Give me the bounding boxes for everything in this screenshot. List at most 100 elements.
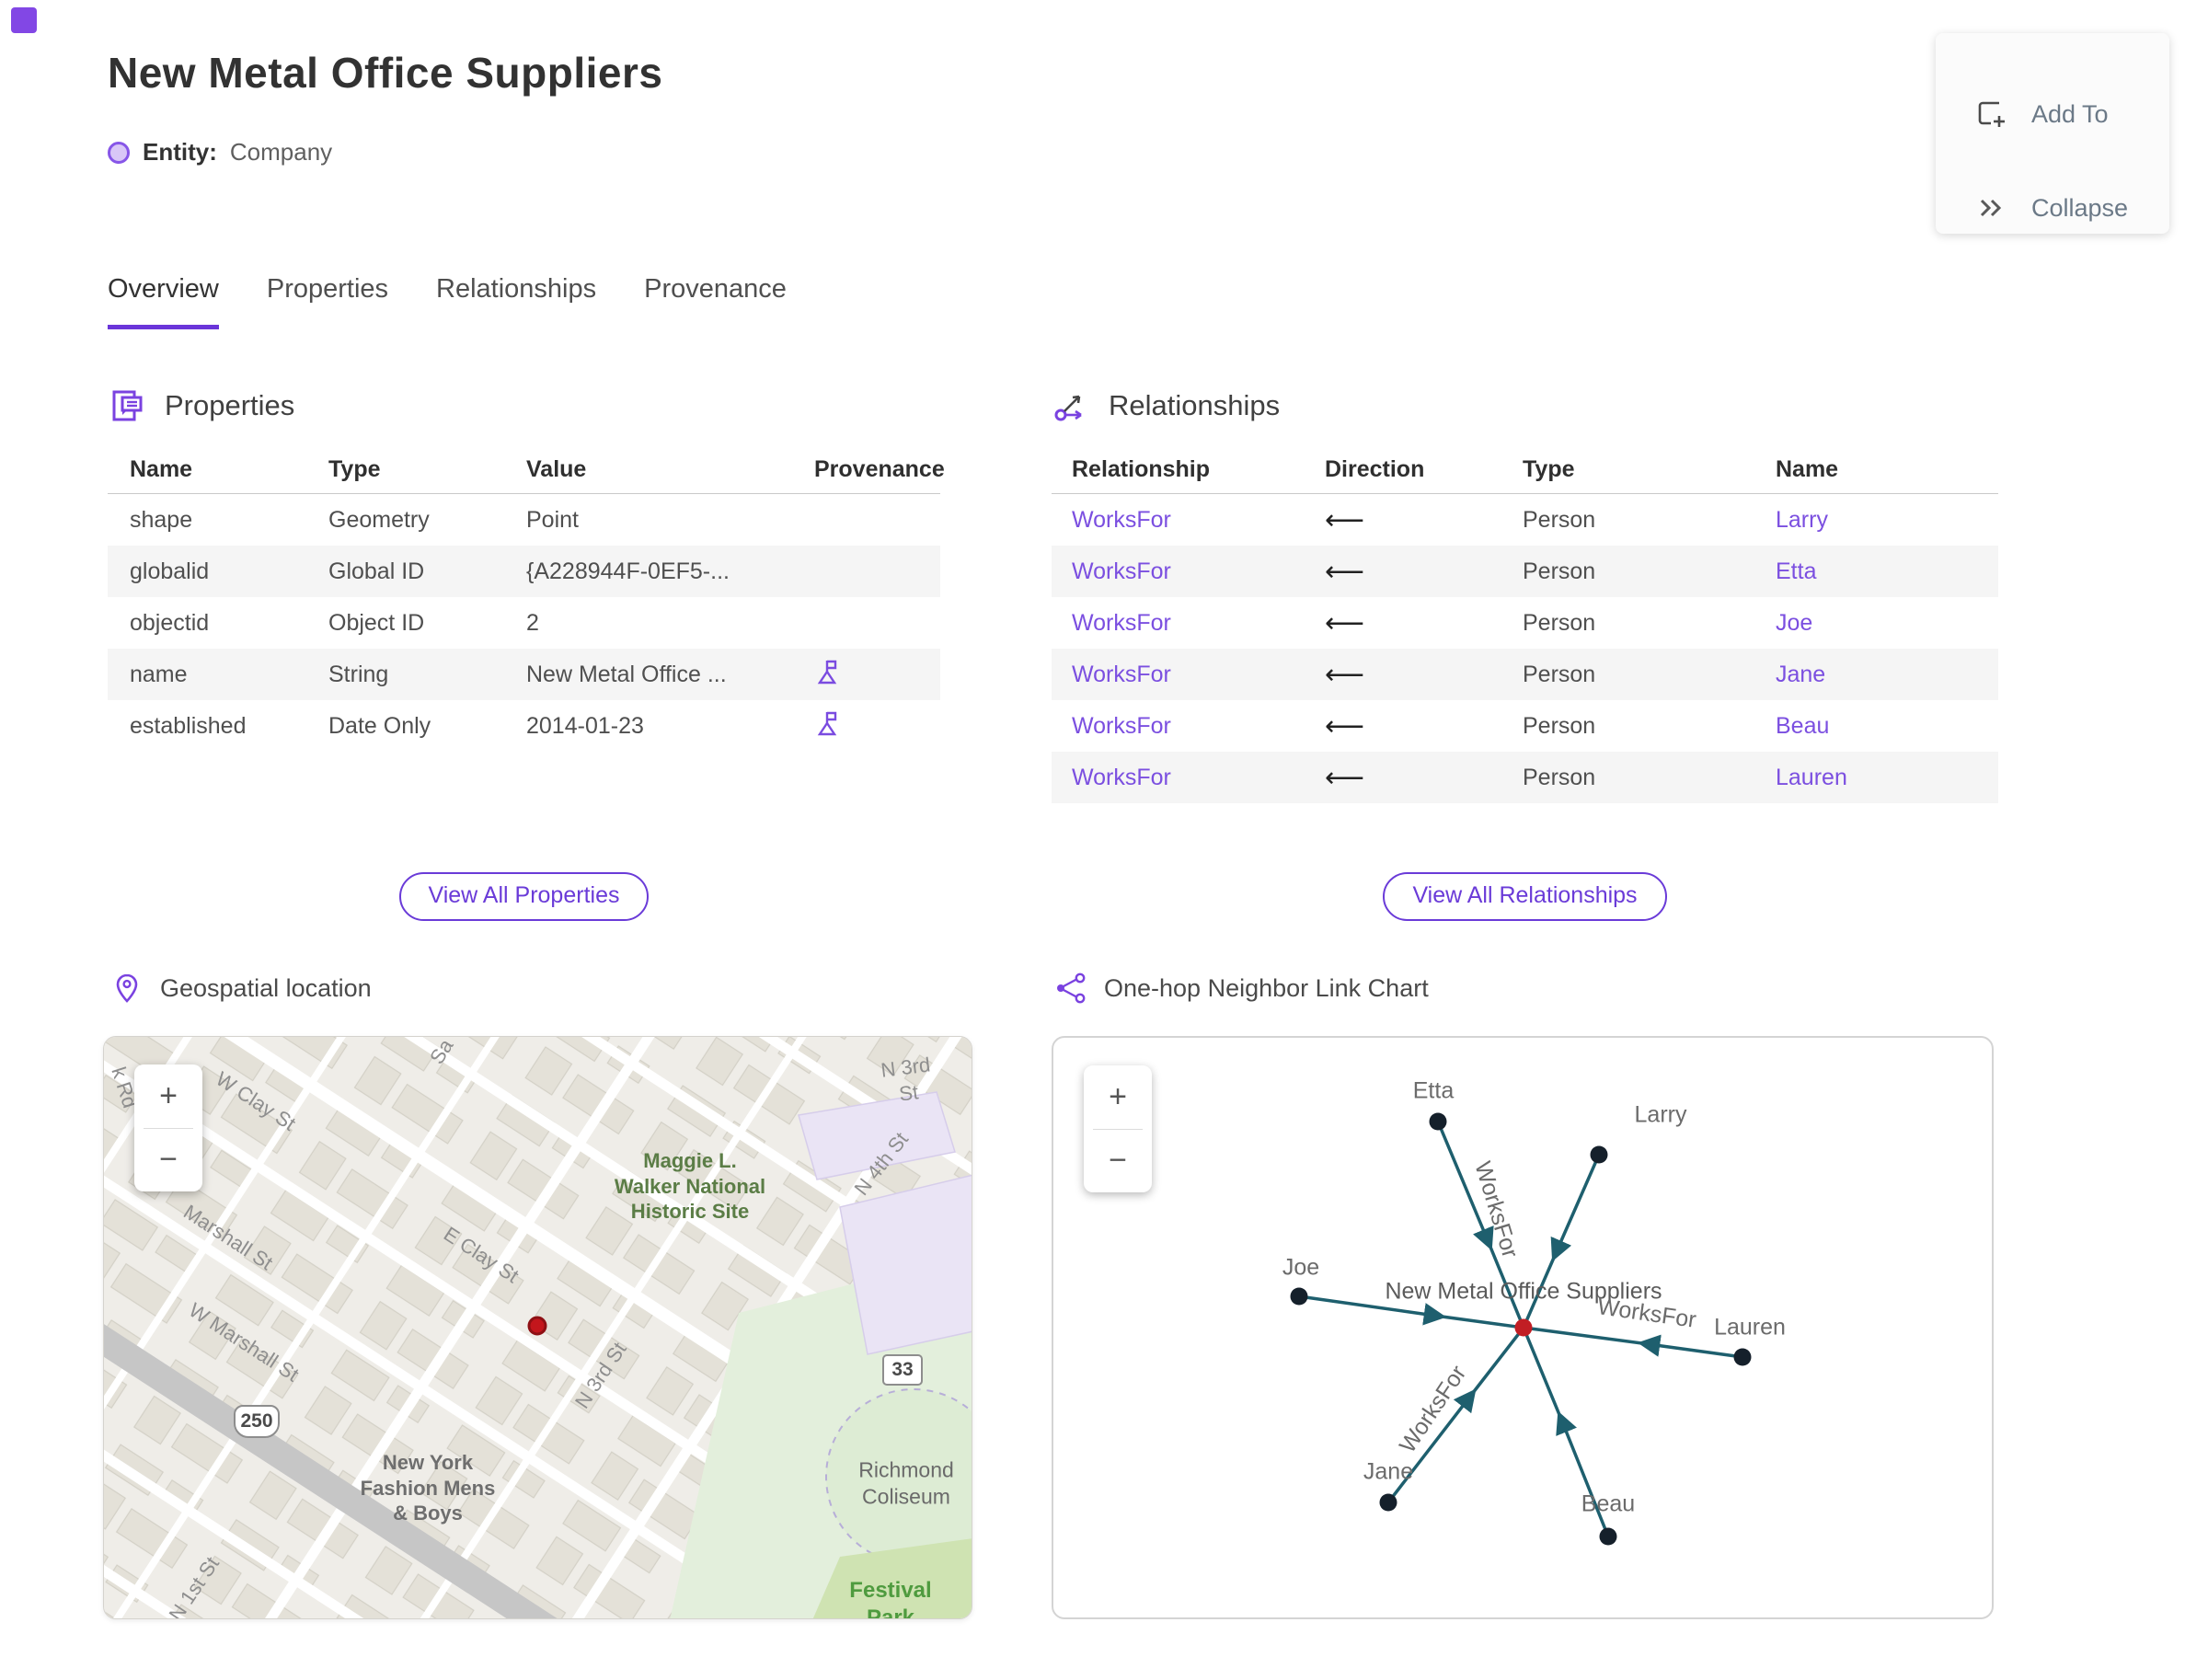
prop-type: String bbox=[328, 661, 389, 687]
node-etta[interactable] bbox=[1429, 1112, 1447, 1131]
prop-name: name bbox=[130, 661, 188, 687]
map-zoom-control: + − bbox=[134, 1064, 202, 1191]
tab-relationships[interactable]: Relationships bbox=[436, 274, 596, 329]
direction-arrow: ⟵ bbox=[1325, 659, 1365, 690]
entity-location-marker bbox=[527, 1316, 547, 1336]
direction-arrow: ⟵ bbox=[1325, 710, 1365, 742]
related-entity-link[interactable]: Lauren bbox=[1776, 765, 1847, 790]
relationships-table: Relationship Direction Type Name WorksFo… bbox=[1052, 445, 1998, 803]
relationship-link[interactable]: WorksFor bbox=[1072, 713, 1171, 739]
properties-table: Name Type Value Provenance shape Geometr… bbox=[108, 445, 945, 752]
page-title: New Metal Office Suppliers bbox=[108, 49, 663, 97]
tab-properties[interactable]: Properties bbox=[267, 274, 388, 329]
map-pin-icon bbox=[116, 973, 138, 1003]
related-type: Person bbox=[1523, 712, 1596, 739]
relationship-link[interactable]: WorksFor bbox=[1072, 765, 1171, 790]
relationship-link[interactable]: WorksFor bbox=[1072, 610, 1171, 636]
zoom-out-button[interactable]: − bbox=[134, 1129, 202, 1192]
view-all-properties-button[interactable]: View All Properties bbox=[398, 872, 650, 921]
actions-panel: Add To Collapse bbox=[1936, 33, 2169, 234]
table-row: globalid Global ID {A228944F-0EF5-... bbox=[108, 546, 940, 597]
table-row: objectid Object ID 2 bbox=[108, 597, 940, 649]
edge-jane-worksfor bbox=[1386, 1326, 1525, 1504]
edge-etta-worksfor bbox=[1436, 1121, 1525, 1329]
prop-name: shape bbox=[130, 506, 193, 533]
relationships-section-header: Relationships bbox=[1052, 386, 1280, 425]
prop-type: Geometry bbox=[328, 506, 430, 533]
node-jane[interactable] bbox=[1379, 1493, 1397, 1512]
related-entity-link[interactable]: Joe bbox=[1776, 610, 1812, 636]
col-header-name: Name bbox=[130, 455, 193, 482]
properties-actions: View All Properties bbox=[108, 872, 940, 921]
entity-label: Entity: bbox=[143, 138, 217, 166]
properties-table-header: Name Type Value Provenance bbox=[108, 445, 945, 494]
relationship-link[interactable]: WorksFor bbox=[1072, 662, 1171, 687]
col-header-direction: Direction bbox=[1325, 455, 1425, 482]
link-chart-panel[interactable]: Etta Larry Joe Lauren Jane Beau New Meta… bbox=[1052, 1036, 1994, 1619]
app-corner-chip bbox=[11, 7, 37, 33]
edge-joe-worksfor bbox=[1298, 1295, 1524, 1329]
relationships-table-header: Relationship Direction Type Name bbox=[1052, 445, 1998, 494]
provenance-flag-icon[interactable] bbox=[814, 708, 844, 738]
table-row: WorksFor ⟵ Person Larry bbox=[1052, 494, 1998, 546]
col-header-name: Name bbox=[1776, 455, 1839, 482]
prop-type: Global ID bbox=[328, 558, 425, 584]
view-all-relationships-button[interactable]: View All Relationships bbox=[1383, 872, 1667, 921]
relationships-section-title: Relationships bbox=[1109, 389, 1281, 421]
related-type: Person bbox=[1523, 764, 1596, 790]
zoom-out-button[interactable]: − bbox=[1084, 1130, 1152, 1193]
related-type: Person bbox=[1523, 506, 1596, 533]
collapse-button[interactable]: Collapse bbox=[1936, 180, 2169, 236]
provenance-flag-icon[interactable] bbox=[814, 657, 844, 686]
relationships-icon bbox=[1054, 395, 1082, 421]
properties-section-title: Properties bbox=[165, 389, 295, 421]
node-lauren[interactable] bbox=[1733, 1348, 1752, 1366]
table-row: name String New Metal Office ... bbox=[108, 649, 940, 700]
node-center-entity[interactable] bbox=[1514, 1318, 1533, 1337]
node-beau[interactable] bbox=[1599, 1527, 1617, 1546]
direction-arrow: ⟵ bbox=[1325, 556, 1365, 587]
node-larry[interactable] bbox=[1590, 1145, 1608, 1164]
zoom-in-button[interactable]: + bbox=[134, 1064, 202, 1128]
prop-type: Date Only bbox=[328, 712, 431, 739]
related-entity-link[interactable]: Larry bbox=[1776, 507, 1828, 533]
related-entity-link[interactable]: Beau bbox=[1776, 713, 1829, 739]
direction-arrow: ⟵ bbox=[1325, 762, 1365, 793]
table-row: WorksFor ⟵ Person Etta bbox=[1052, 546, 1998, 597]
relationship-link[interactable]: WorksFor bbox=[1072, 507, 1171, 533]
prop-value: 2014-01-23 bbox=[526, 712, 644, 739]
prop-provenance bbox=[788, 708, 940, 744]
col-header-value: Value bbox=[526, 455, 587, 482]
link-chart-section-header: One-hop Neighbor Link Chart bbox=[1054, 972, 1429, 1005]
link-chart-canvas[interactable] bbox=[1053, 1038, 1994, 1619]
add-to-icon bbox=[1978, 101, 2005, 127]
col-header-type: Type bbox=[328, 455, 381, 482]
zoom-in-button[interactable]: + bbox=[1084, 1065, 1152, 1129]
col-header-relationship: Relationship bbox=[1072, 455, 1211, 482]
prop-name: globalid bbox=[130, 558, 210, 584]
related-entity-link[interactable]: Jane bbox=[1776, 662, 1825, 687]
col-header-provenance: Provenance bbox=[814, 455, 945, 482]
direction-arrow: ⟵ bbox=[1325, 504, 1365, 535]
tab-overview[interactable]: Overview bbox=[108, 274, 219, 329]
related-entity-link[interactable]: Etta bbox=[1776, 558, 1816, 584]
geospatial-section-title: Geospatial location bbox=[160, 973, 372, 1002]
tab-provenance[interactable]: Provenance bbox=[644, 274, 787, 329]
prop-value: Point bbox=[526, 506, 579, 533]
map-panel[interactable]: W Clay St k Rd Sa N 3rd St N 4th St Magg… bbox=[103, 1036, 972, 1619]
node-joe[interactable] bbox=[1290, 1287, 1308, 1306]
link-chart-icon bbox=[1057, 972, 1086, 1004]
prop-name: objectid bbox=[130, 609, 210, 636]
prop-name: established bbox=[130, 712, 247, 739]
link-chart-section-title: One-hop Neighbor Link Chart bbox=[1104, 973, 1429, 1002]
prop-value: New Metal Office ... bbox=[526, 661, 727, 687]
related-type: Person bbox=[1523, 609, 1596, 636]
related-type: Person bbox=[1523, 558, 1596, 584]
table-row: shape Geometry Point bbox=[108, 494, 940, 546]
chart-zoom-control: + − bbox=[1084, 1065, 1152, 1192]
properties-section-header: Properties bbox=[108, 386, 294, 425]
table-row: WorksFor ⟵ Person Lauren bbox=[1052, 752, 1998, 803]
add-to-label: Add To bbox=[2031, 99, 2109, 128]
add-to-button[interactable]: Add To bbox=[1936, 86, 2169, 142]
relationship-link[interactable]: WorksFor bbox=[1072, 558, 1171, 584]
